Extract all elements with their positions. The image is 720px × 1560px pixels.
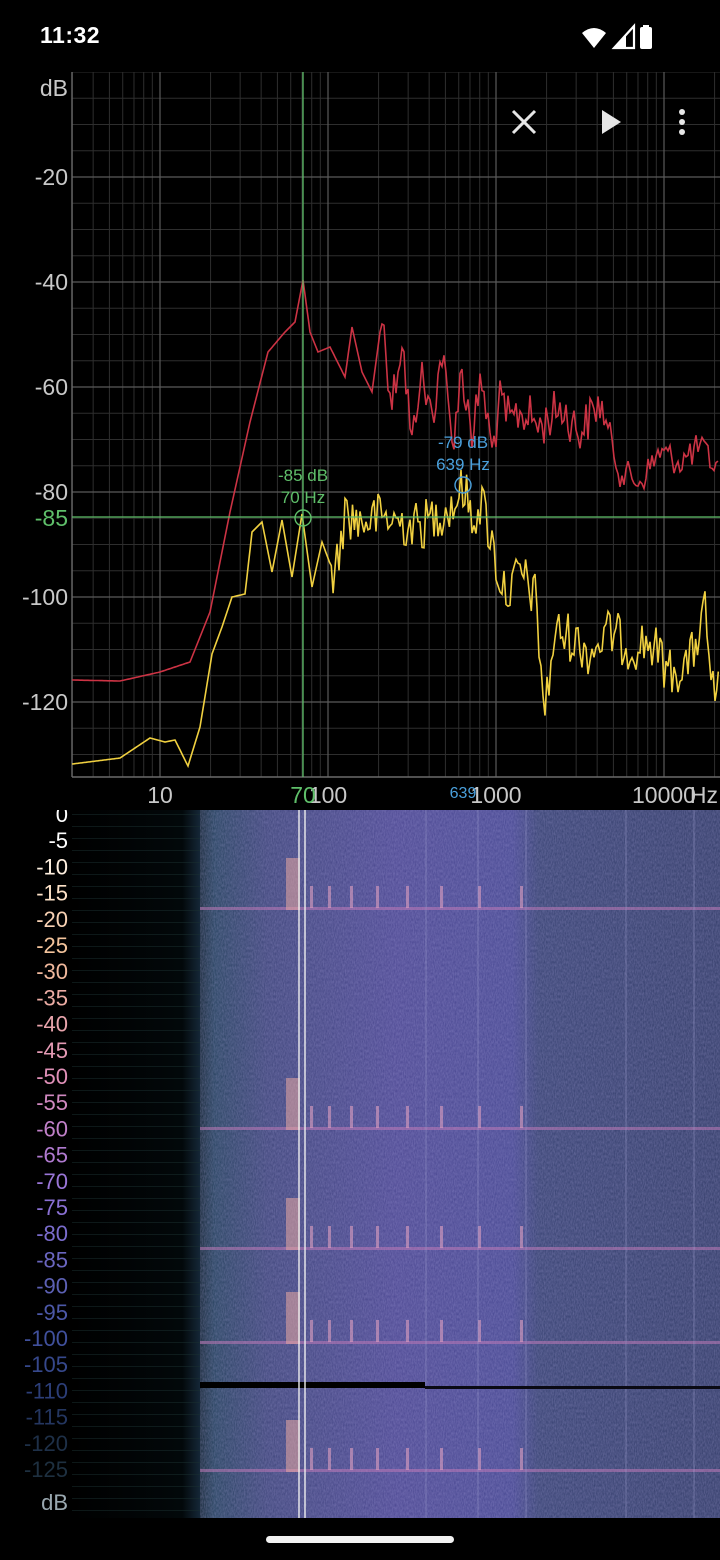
spectrum-major-grid xyxy=(71,72,720,778)
peak-hz-label: 639 Hz xyxy=(436,455,490,474)
scale-label: -45 xyxy=(36,1038,68,1063)
scale-label: -65 xyxy=(36,1143,68,1168)
scale-label: -95 xyxy=(36,1300,68,1325)
scale-label: -55 xyxy=(36,1090,68,1115)
y-tick-label: -40 xyxy=(35,269,68,295)
scale-label: -80 xyxy=(36,1221,68,1246)
status-time: 11:32 xyxy=(40,22,101,48)
scale-label: -35 xyxy=(36,985,68,1010)
scale-label: -120 xyxy=(24,1431,68,1456)
spectrogram-view[interactable]: 0-5-10-15-20-25-30-35-40-45-50-55-60-65-… xyxy=(0,810,720,1518)
x-tick-label: 10000 xyxy=(632,782,696,808)
close-icon xyxy=(511,109,537,135)
scale-label: -110 xyxy=(26,1378,68,1403)
scale-label: -125 xyxy=(24,1457,68,1482)
x-tick-label: 1000 xyxy=(470,782,521,808)
y-tick-label: -80 xyxy=(35,479,68,505)
scale-label: -75 xyxy=(36,1195,68,1220)
play-icon xyxy=(602,110,621,134)
cursor-hz-label: 70 Hz xyxy=(281,488,325,507)
spectrogram-color-scale: 0-5-10-15-20-25-30-35-40-45-50-55-60-65-… xyxy=(24,810,68,1482)
spectrogram-gap-thin xyxy=(425,1386,720,1389)
y-tick-label: -20 xyxy=(35,164,68,190)
scale-label: -30 xyxy=(36,959,68,984)
more-options-button[interactable] xyxy=(660,100,704,144)
scale-label: -40 xyxy=(36,1012,68,1037)
cursor-crosshair[interactable] xyxy=(72,72,720,777)
scale-label: -70 xyxy=(36,1169,68,1194)
spectrum-current-line xyxy=(71,469,720,769)
spectrogram-scale-unit: dB xyxy=(41,1490,68,1515)
scale-label: -85 xyxy=(36,1247,68,1272)
x-axis-unit: Hz xyxy=(690,782,718,808)
y-tick-label: -60 xyxy=(35,374,68,400)
spectrogram-noise xyxy=(200,810,720,1518)
status-bar: 11:32 xyxy=(0,0,720,72)
spectrogram-gap xyxy=(200,1382,425,1388)
spectrum-minor-grid xyxy=(71,72,720,777)
wifi-icon xyxy=(582,28,606,48)
peak-freq-axis-label: 639 xyxy=(450,785,477,802)
play-button[interactable] xyxy=(588,100,632,144)
spectrum-peak-hold-line xyxy=(72,279,719,682)
scale-label: 0 xyxy=(56,810,68,827)
scale-label: -60 xyxy=(36,1116,68,1141)
peak-db-label: -79 dB xyxy=(438,433,488,452)
scale-label: -15 xyxy=(36,881,68,906)
cell-signal-icon xyxy=(611,23,636,50)
scale-label: -50 xyxy=(36,1064,68,1089)
scale-label: -105 xyxy=(24,1352,68,1377)
scale-label: -100 xyxy=(24,1326,68,1351)
scale-label: -90 xyxy=(36,1274,68,1299)
cursor-freq-axis-label: 70 xyxy=(290,782,316,808)
scale-label: -115 xyxy=(26,1405,68,1430)
status-icons xyxy=(582,23,652,50)
navigation-bar xyxy=(0,1518,720,1560)
scale-label: -10 xyxy=(36,854,68,879)
y-tick-label: -100 xyxy=(22,584,68,610)
spectrum-plot[interactable]: -20-40-60-80-100-120 10 100 1000 10000 dB -… xyxy=(0,72,720,810)
scale-label: -20 xyxy=(36,907,68,932)
y-axis-highlight-label: -85 xyxy=(35,505,68,531)
scale-label: -5 xyxy=(48,828,68,853)
more-vert-icon xyxy=(679,109,685,135)
scale-label: -25 xyxy=(36,933,68,958)
cursor-db-label: -85 dB xyxy=(278,466,328,485)
battery-icon xyxy=(640,25,652,49)
y-tick-label: -120 xyxy=(22,689,68,715)
home-gesture-handle[interactable] xyxy=(266,1536,454,1543)
y-axis-unit: dB xyxy=(40,75,68,101)
close-button[interactable] xyxy=(502,100,546,144)
x-tick-label: 10 xyxy=(147,782,173,808)
spectrum-y-ticks: -20 -40 -60 -80 -100 -120 xyxy=(22,164,68,715)
spectrum-x-ticks: 10 100 1000 10000 xyxy=(147,782,696,808)
